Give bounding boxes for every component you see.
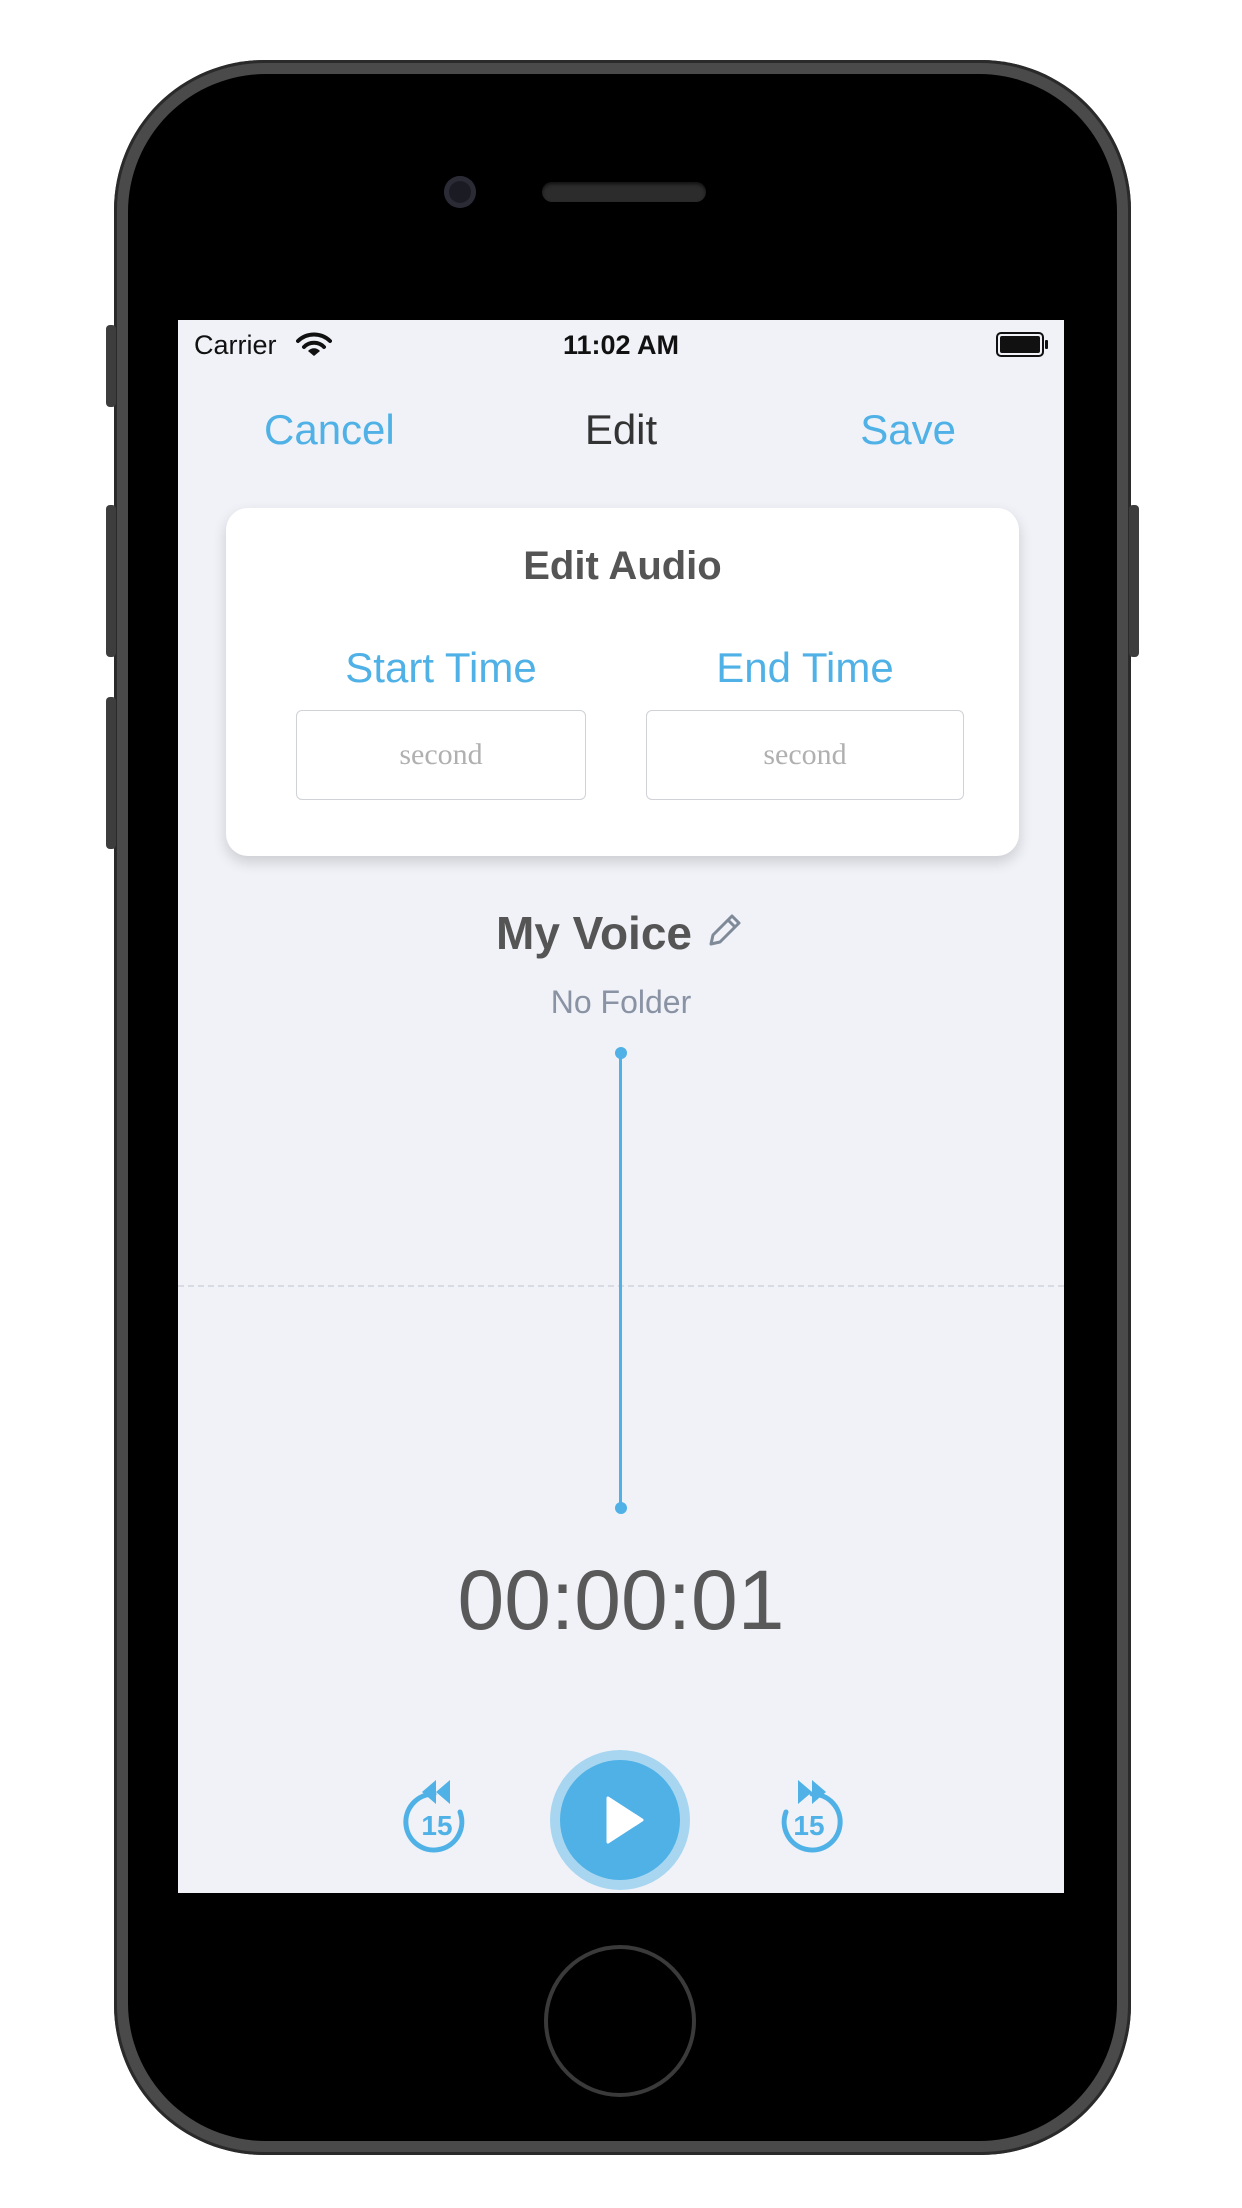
- recording-title: My Voice: [178, 906, 1064, 964]
- play-icon: [606, 1796, 644, 1844]
- skip-back-button[interactable]: 15: [398, 1772, 480, 1869]
- end-time-input[interactable]: [646, 710, 964, 800]
- power-button: [1129, 505, 1139, 657]
- front-camera: [444, 176, 476, 208]
- end-time-label: End Time: [716, 644, 894, 691]
- recording-name: My Voice: [496, 907, 692, 959]
- skip-back-seconds: 15: [421, 1810, 452, 1841]
- start-time-input[interactable]: [296, 710, 586, 800]
- skip-forward-seconds: 15: [793, 1810, 824, 1841]
- volume-up-button: [106, 505, 116, 657]
- play-button[interactable]: [550, 1750, 690, 1890]
- navigation-bar: Cancel Edit Save: [178, 400, 1064, 470]
- clock: 11:02 AM: [562, 330, 680, 360]
- playhead[interactable]: [619, 1052, 622, 1508]
- skip-forward-button[interactable]: 15: [768, 1772, 850, 1869]
- folder-label: No Folder: [550, 984, 692, 1020]
- pencil-icon[interactable]: [702, 909, 746, 964]
- play-button-face: [560, 1760, 680, 1880]
- playhead-top-handle[interactable]: [615, 1047, 627, 1059]
- silent-switch: [106, 325, 116, 407]
- app-screen: Carrier 11:02 AM Cancel Edit Save Edit A…: [178, 320, 1064, 1893]
- start-time-label: Start Time: [345, 644, 537, 691]
- card-heading: Edit Audio: [523, 544, 722, 588]
- home-button[interactable]: [544, 1945, 696, 2097]
- playhead-bottom-handle[interactable]: [615, 1502, 627, 1514]
- edit-audio-card: Edit Audio Start Time End Time: [226, 508, 1019, 856]
- save-button[interactable]: Save: [860, 406, 956, 454]
- status-bar: Carrier 11:02 AM: [178, 320, 1064, 370]
- earpiece-speaker: [542, 182, 706, 202]
- volume-down-button: [106, 697, 116, 849]
- battery-icon: [996, 332, 1050, 365]
- elapsed-time: 00:00:01: [457, 1553, 785, 1647]
